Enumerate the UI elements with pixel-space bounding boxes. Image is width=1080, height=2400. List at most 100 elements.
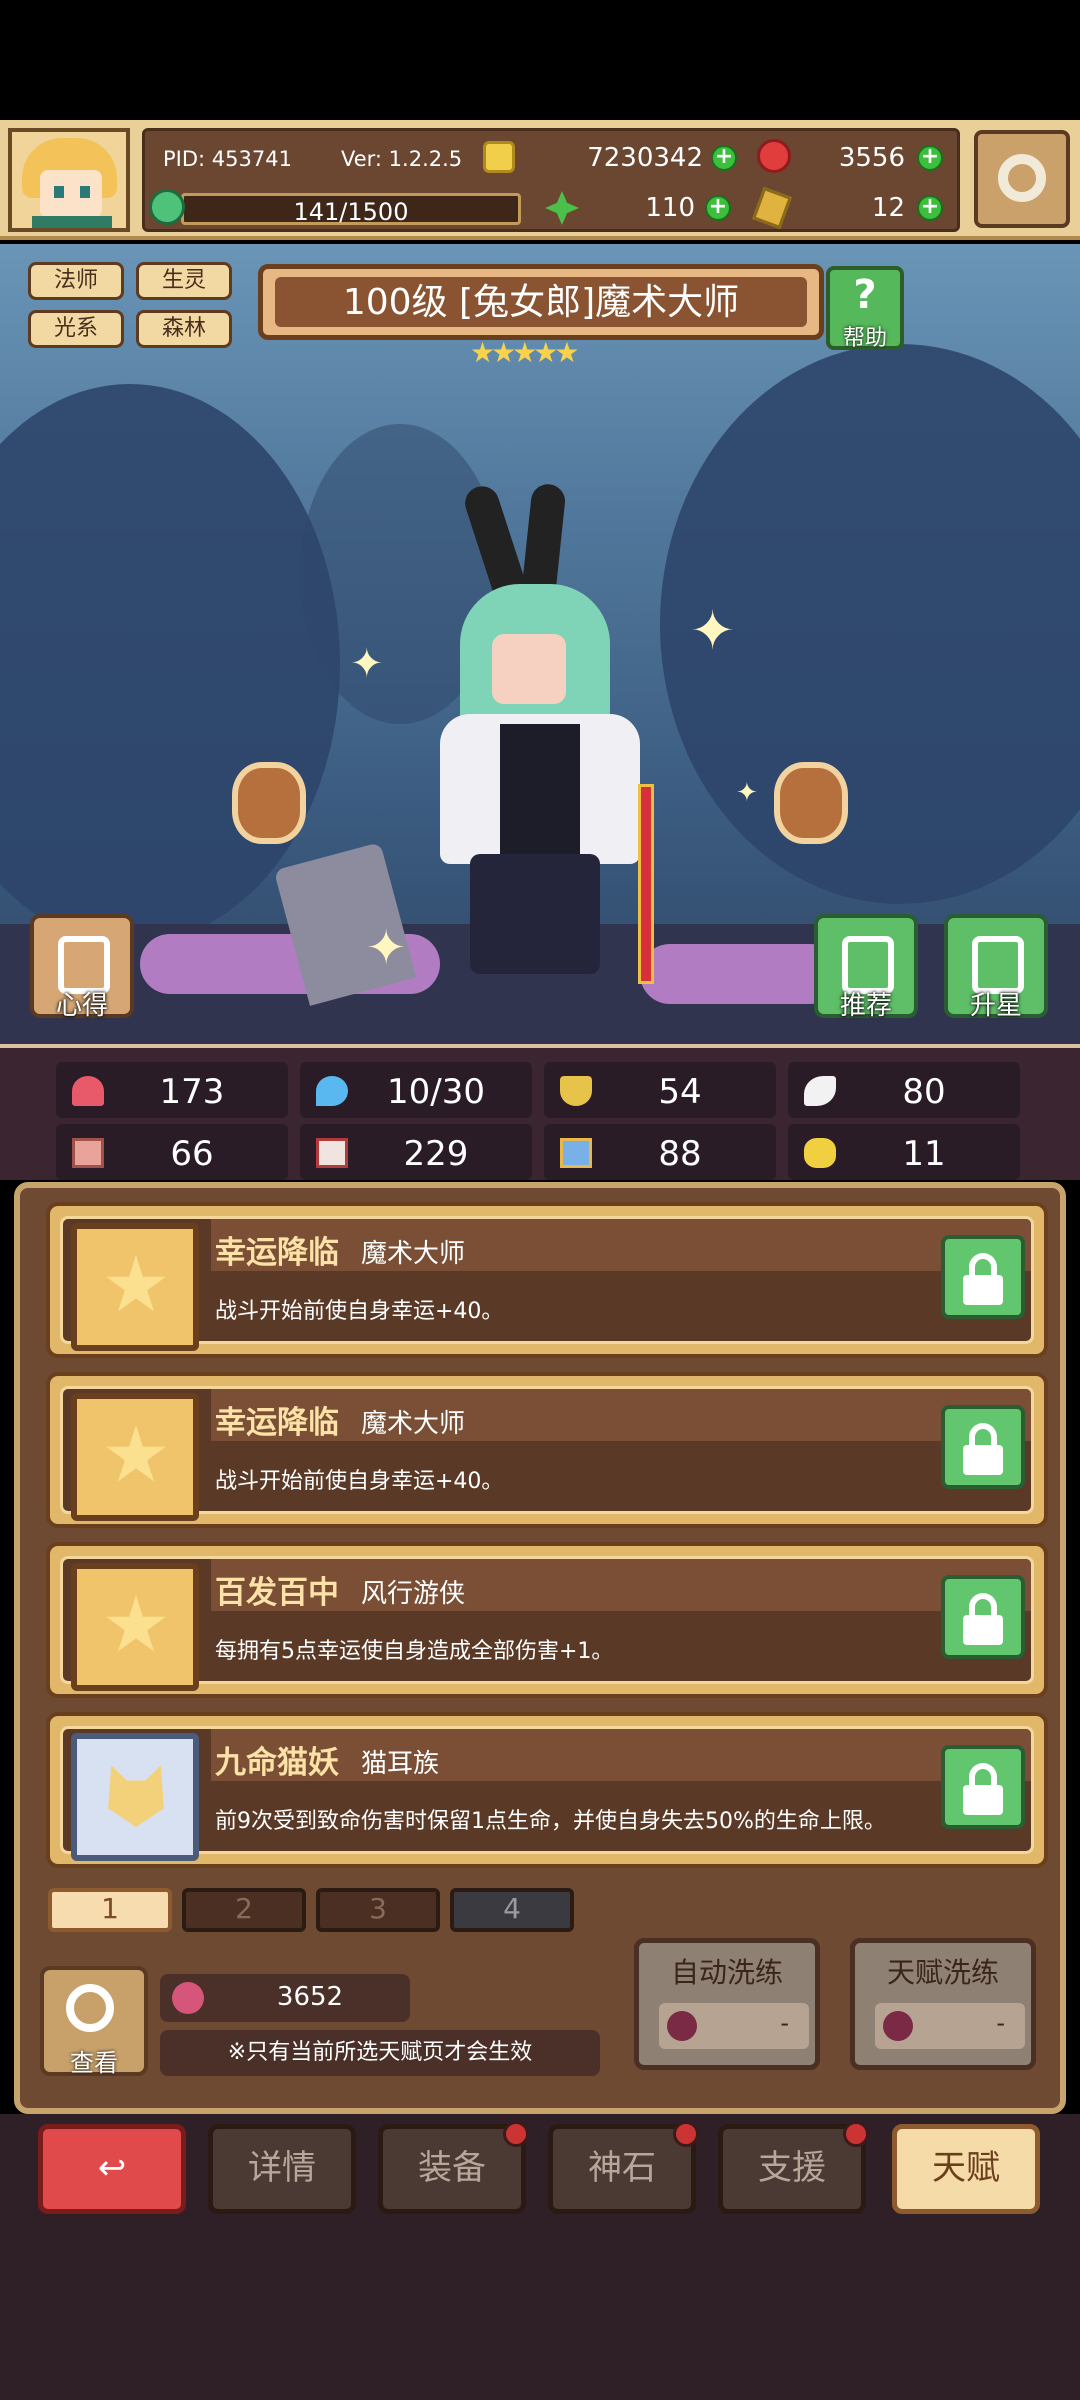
talent-desc: 前9次受到致命伤害时保留1点生命，并使自身失去50%的生命上限。 [215,1809,886,1834]
stat-speed: 80 [788,1062,1020,1118]
auto-wash-button[interactable]: 自动洗练 - [634,1938,820,2070]
notification-dot [843,2121,869,2147]
gem-amount: 3556 [838,143,905,173]
stat-defense-value: 54 [658,1072,702,1112]
tab-details[interactable]: 详情 [208,2124,356,2214]
recommend-button[interactable]: 推荐 [814,914,918,1021]
notification-dot [673,2121,699,2147]
add-gold-button[interactable]: + [711,145,737,171]
tab-godstone-label: 神石 [588,2148,656,2188]
sparkle-icon: ✦ [736,778,758,808]
star-up-button[interactable]: 升星 [944,914,1048,1021]
add-gem-button[interactable]: + [917,145,943,171]
talent-source: 风行游侠 [361,1579,466,1609]
flowers-right [640,944,840,1004]
tab-equipment-label: 装备 [418,2148,486,2188]
lock-button[interactable] [941,1745,1025,1829]
auto-wash-cost: - [780,2009,789,2037]
tab-support-label: 支援 [758,2148,826,2188]
back-button[interactable]: ↩ [38,2124,186,2214]
talent-slot-1[interactable]: 幸运降临 魔术大师 战斗开始前使自身幸运+40。 [46,1202,1048,1358]
talent-slot-2[interactable]: 幸运降临 魔术大师 战斗开始前使自身幸运+40。 [46,1372,1048,1528]
sparkle-icon: ✦ [690,599,736,662]
talent-fruit-icon [667,2011,697,2041]
lock-button[interactable] [941,1575,1025,1659]
hero-character-sprite[interactable] [430,481,670,984]
tab-godstone[interactable]: 神石 [548,2121,699,2214]
talent-source: 魔术大师 [361,1239,466,1269]
magnifier-icon [66,1984,114,2032]
star-talent-icon [71,1563,199,1691]
notification-dot [503,2121,529,2147]
insight-button[interactable]: 心得 [30,914,134,1021]
key-icon [752,186,792,230]
fruit-pickup-left[interactable] [232,762,306,844]
talent-wash-button[interactable]: 天赋洗练 - [850,1938,1036,2070]
talent-wash-cost: - [996,2009,1005,2037]
hero-title: 100级 [兔女郎]魔术大师 [275,277,807,327]
tag-element: 光系 [28,310,124,348]
talent-slot-3[interactable]: 百发百中 风行游侠 每拥有5点幸运使自身造成全部伤害+1。 [46,1542,1048,1698]
add-clover-button[interactable]: + [705,195,731,221]
stat-magic-value: 229 [403,1134,469,1174]
question-icon: ? [853,272,877,318]
stat-energy-value: 10/30 [387,1072,485,1112]
help-button[interactable]: ? 帮助 [826,266,904,351]
lock-button[interactable] [941,1405,1025,1489]
talent-name: 九命猫妖 [215,1745,339,1781]
sparkle-icon: ✦ [350,641,384,687]
talent-page-note: ※只有当前所选天赋页才会生效 [160,2030,600,2076]
stat-resist-value: 88 [658,1134,702,1174]
stat-magic: 229 [300,1124,532,1180]
talent-desc: 战斗开始前使自身幸运+40。 [215,1469,504,1494]
star-talent-icon [71,1223,199,1351]
key-amount: 12 [871,193,905,223]
tab-equipment[interactable]: 装备 [378,2121,529,2214]
recommend-label: 推荐 [839,991,892,1021]
talent-page-3[interactable]: 3 [316,1888,440,1932]
star-up-label: 升星 [969,991,1022,1021]
hero-scene: 法师 生灵 光系 森林 100级 [兔女郎]魔术大师 ★★★★★ ? 帮助 ✦ … [0,244,1080,1044]
cat-talent-icon [71,1733,199,1861]
stat-speed-value: 80 [902,1072,946,1112]
settings-button[interactable] [974,130,1070,228]
tag-habitat: 森林 [136,310,232,348]
stat-attack: 66 [56,1124,288,1180]
tag-race: 生灵 [136,262,232,300]
auto-wash-label: 自动洗练 [670,1956,783,1989]
talent-fruit-icon [883,2011,913,2041]
talent-panel: 幸运降临 魔术大师 战斗开始前使自身幸运+40。 幸运降临 魔术大师 战斗开始前… [14,1182,1066,2114]
stat-hp: 173 [56,1062,288,1118]
talent-desc: 战斗开始前使自身幸运+40。 [215,1299,504,1324]
version-label: Ver: 1.2.2.5 [341,147,463,171]
bottom-nav: ↩ 详情 装备 神石 支援 天赋 [0,2114,1080,2400]
hero-stars: ★★★★★ [470,336,579,369]
tree-left [0,384,340,944]
hero-title-plate: 100级 [兔女郎]魔术大师 [258,264,824,340]
talent-slot-4[interactable]: 九命猫妖 猫耳族 前9次受到致命伤害时保留1点生命，并使自身失去50%的生命上限… [46,1712,1048,1868]
stamina-bar: 141/1500 [181,193,521,226]
tab-support[interactable]: 支援 [718,2121,869,2214]
talent-page-1[interactable]: 1 [48,1888,172,1932]
gold-amount: 7230342 [587,143,703,173]
view-label: 查看 [70,2049,118,2077]
player-id: PID: 453741 [163,147,292,171]
talent-fruit-icon [172,1982,204,2014]
talent-wash-label: 天赋洗练 [886,1956,999,1989]
gear-icon [998,154,1046,202]
status-bar-area [0,0,1080,120]
player-avatar[interactable] [8,128,130,232]
red-gem-icon [757,139,791,173]
fruit-pickup-right[interactable] [774,762,848,844]
sparkle-icon: ✦ [366,920,407,976]
talent-source: 魔术大师 [361,1409,466,1439]
stat-defense: 54 [544,1062,776,1118]
talent-page-4[interactable]: 4 [450,1888,574,1932]
lock-button[interactable] [941,1235,1025,1319]
talent-page-2[interactable]: 2 [182,1888,306,1932]
stat-attack-value: 66 [170,1134,214,1174]
stamina-icon [149,189,185,225]
tab-talent[interactable]: 天赋 [892,2124,1040,2214]
view-button[interactable]: 查看 [40,1966,148,2077]
add-key-button[interactable]: + [917,195,943,221]
